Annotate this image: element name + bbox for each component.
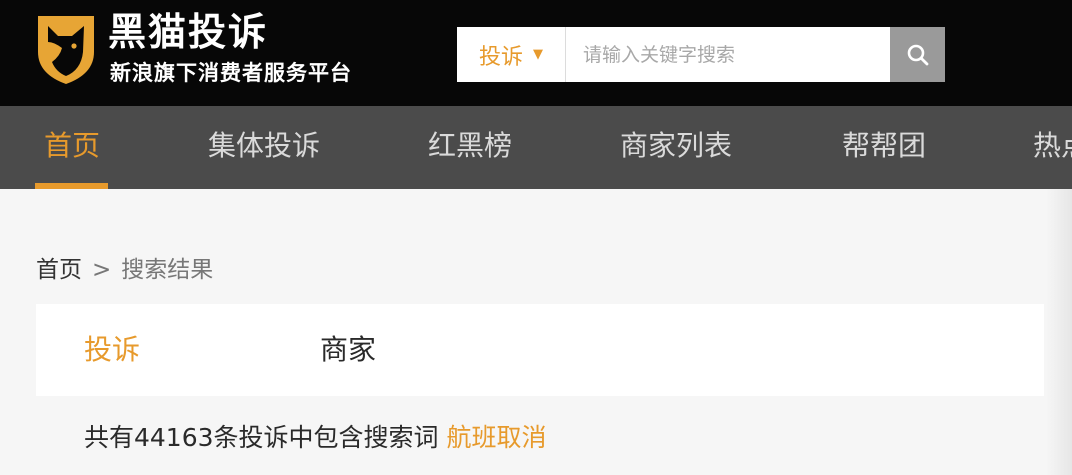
nav-item-hot[interactable]: 热点: [1033, 106, 1072, 189]
tab-complaints[interactable]: 投诉: [84, 304, 140, 396]
search-button[interactable]: [890, 27, 945, 82]
nav-item-home[interactable]: 首页: [44, 106, 100, 189]
cat-shield-icon[interactable]: [34, 12, 98, 86]
main-nav: 首页 集体投诉 红黑榜 商家列表 帮帮团 热点: [0, 106, 1072, 189]
breadcrumb-home[interactable]: 首页: [36, 257, 82, 283]
logo-subtitle: 新浪旗下消费者服务平台: [110, 61, 352, 85]
breadcrumb: 首页 > 搜索结果: [36, 252, 213, 288]
nav-active-indicator: [35, 183, 108, 189]
top-header: 黑猫投诉 新浪旗下消费者服务平台 投诉 ▼: [0, 0, 1072, 106]
result-summary: 共有44163条投诉中包含搜索词 航班取消: [84, 420, 547, 456]
tab-merchants[interactable]: 商家: [320, 304, 376, 396]
breadcrumb-current: 搜索结果: [121, 257, 214, 283]
result-summary-text: 共有44163条投诉中包含搜索词: [84, 423, 439, 452]
search-keyword[interactable]: 航班取消: [447, 423, 547, 452]
page-edge-shadow: [1046, 189, 1072, 475]
nav-item-merchant-list[interactable]: 商家列表: [620, 106, 732, 189]
nav-item-help-group[interactable]: 帮帮团: [842, 106, 926, 189]
nav-item-collective-complaints[interactable]: 集体投诉: [208, 106, 320, 189]
nav-item-red-black-list[interactable]: 红黑榜: [428, 106, 512, 189]
breadcrumb-separator: >: [92, 257, 112, 283]
search-input[interactable]: [567, 27, 889, 82]
search-bar: 投诉 ▼: [457, 27, 945, 82]
search-type-label: 投诉: [478, 44, 523, 70]
search-icon: [907, 44, 928, 65]
result-tabs: 投诉 商家: [36, 304, 1044, 396]
caret-down-icon: ▼: [533, 47, 543, 62]
logo-title[interactable]: 黑猫投诉: [108, 8, 268, 56]
search-type-dropdown[interactable]: 投诉 ▼: [457, 27, 566, 82]
